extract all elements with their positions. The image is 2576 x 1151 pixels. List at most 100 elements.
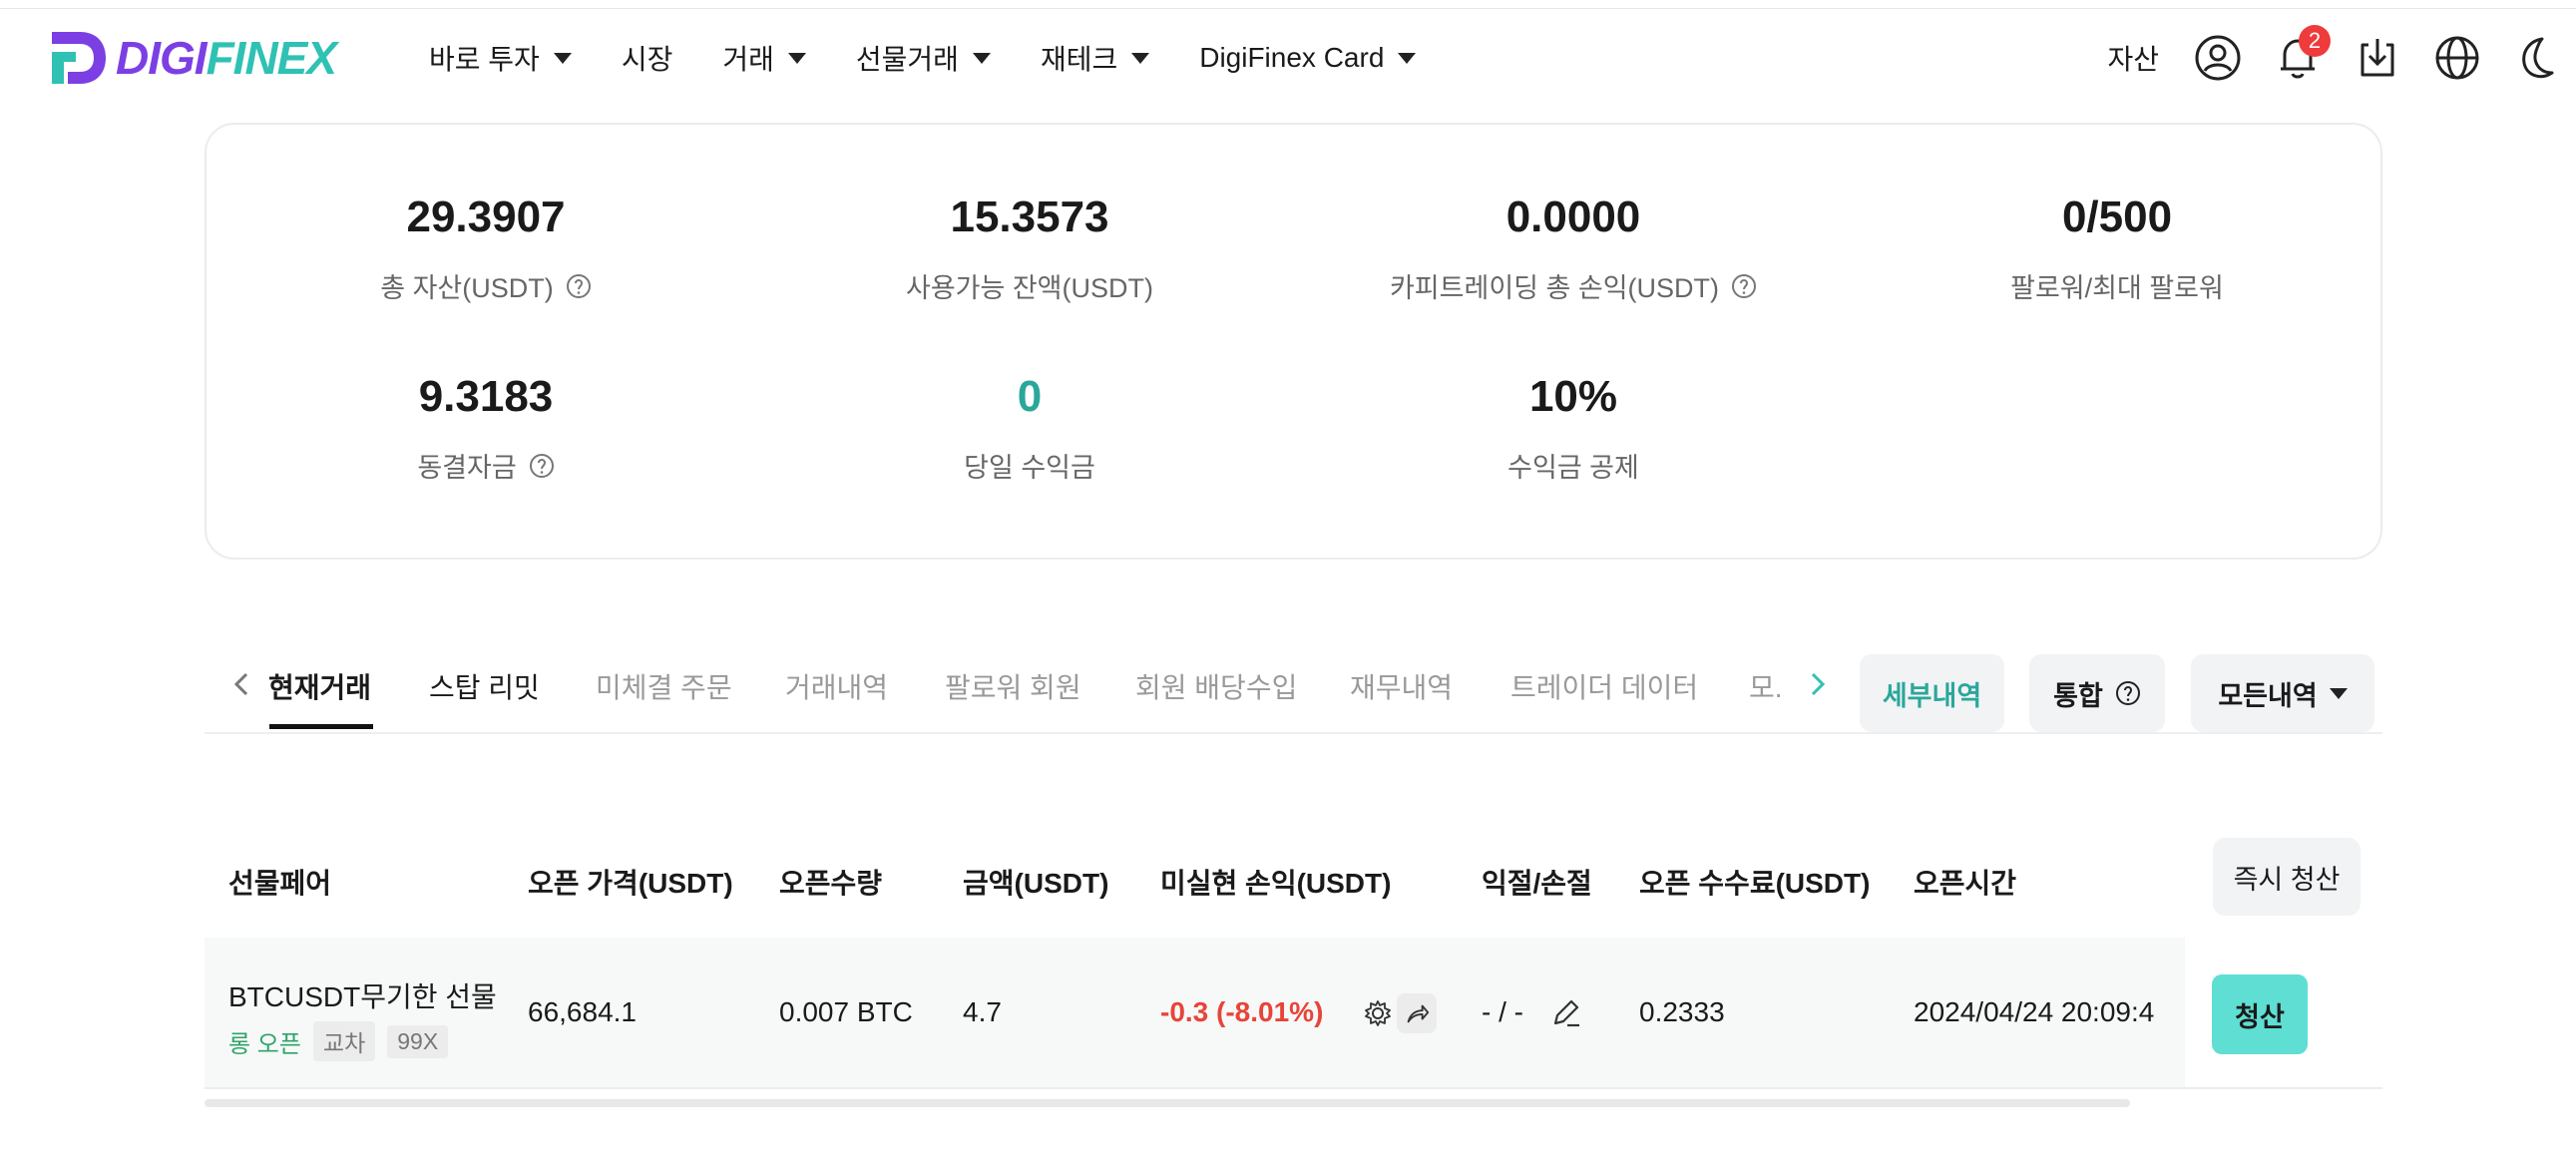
tab-current-trades[interactable]: 현재거래 bbox=[268, 666, 371, 706]
all-history-dropdown[interactable]: 모든내역 bbox=[2191, 654, 2374, 732]
open-time: 2024/04/24 20:09:4 bbox=[1914, 996, 2155, 1027]
stat-profit-share: 10% 수익금 공제 bbox=[1294, 372, 1853, 485]
positions-table-header: 선물페어 오픈 가격(USDT) 오픈수량 금액(USDT) 미실현 손익(US… bbox=[205, 838, 2382, 940]
col-open-price: 오픈 가격(USDT) bbox=[528, 868, 733, 899]
chevron-right-icon[interactable] bbox=[1797, 664, 1837, 704]
notification-badge: 2 bbox=[2299, 25, 2331, 57]
tab-open-orders[interactable]: 미체결 주문 bbox=[596, 666, 732, 706]
stat-value: 0 bbox=[1017, 372, 1043, 421]
tab-trader-data[interactable]: 트레이더 데이터 bbox=[1510, 666, 1698, 706]
chevron-down-icon bbox=[1398, 52, 1417, 64]
col-amount: 금액(USDT) bbox=[963, 868, 1109, 899]
stat-label: 수익금 공제 bbox=[1507, 453, 1639, 483]
globe-icon[interactable] bbox=[2432, 33, 2482, 83]
nav-label: 시장 bbox=[621, 44, 673, 75]
leverage-tag: 99X bbox=[387, 1024, 449, 1058]
nav-card[interactable]: DigiFinex Card bbox=[1199, 42, 1417, 74]
help-icon[interactable] bbox=[1731, 273, 1757, 299]
stat-label: 카피트레이딩 총 손익(USDT) bbox=[1389, 273, 1720, 303]
chevron-down-icon bbox=[787, 52, 806, 64]
nav-label: 바로 투자 bbox=[429, 44, 540, 75]
col-open-fee: 오픈 수수료(USDT) bbox=[1639, 868, 1871, 899]
chevron-down-icon bbox=[972, 52, 991, 64]
position-tags: 롱 오픈 교차 99X bbox=[228, 1021, 449, 1061]
pair-name[interactable]: BTCUSDT무기한 선물 bbox=[228, 975, 497, 1015]
nav-futures[interactable]: 선물거래 bbox=[856, 38, 991, 78]
stat-value: 15.3573 bbox=[950, 192, 1109, 241]
header-tools: 자산 2 bbox=[2107, 25, 2576, 90]
close-all-button[interactable]: 즉시 청산 bbox=[2213, 838, 2361, 916]
stat-value: 29.3907 bbox=[406, 192, 566, 241]
top-divider bbox=[0, 8, 2576, 9]
open-fee: 0.2333 bbox=[1639, 996, 1725, 1027]
share-icon[interactable] bbox=[1397, 993, 1437, 1033]
stat-label: 팔로워/최대 팔로워 bbox=[2010, 273, 2224, 303]
tp-sl-value: - / - bbox=[1482, 996, 1523, 1027]
stat-value: 0/500 bbox=[2061, 192, 2173, 241]
active-tab-indicator bbox=[269, 724, 373, 729]
help-icon bbox=[2115, 681, 2140, 705]
horizontal-scrollbar[interactable] bbox=[205, 1099, 2130, 1107]
tab-stop-limit[interactable]: 스탑 리밋 bbox=[429, 666, 540, 706]
stat-frozen-funds: 9.3183 동결자금 bbox=[207, 372, 765, 485]
stat-value: 9.3183 bbox=[418, 372, 554, 421]
amount: 4.7 bbox=[963, 996, 1002, 1027]
col-quantity: 오픈수량 bbox=[779, 868, 883, 899]
edit-icon[interactable] bbox=[1549, 995, 1583, 1029]
nav-label: 재테크 bbox=[1040, 44, 1118, 75]
stat-label: 사용가능 잔액(USDT) bbox=[905, 273, 1154, 303]
tab-member-dividends[interactable]: 회원 배당수입 bbox=[1135, 666, 1297, 706]
detail-button[interactable]: 세부내역 bbox=[1860, 654, 2004, 732]
col-tp-sl: 익절/손절 bbox=[1482, 868, 1592, 899]
chevron-down-icon bbox=[553, 52, 572, 64]
stat-copy-pnl: 0.0000 카피트레이딩 총 손익(USDT) bbox=[1294, 192, 1853, 305]
assets-link[interactable]: 자산 bbox=[2107, 38, 2159, 78]
col-open-time: 오픈시간 bbox=[1914, 868, 2017, 899]
tab-trade-history[interactable]: 거래내역 bbox=[785, 666, 888, 706]
nav-earn[interactable]: 재테크 bbox=[1040, 38, 1150, 78]
tab-more[interactable]: 모. bbox=[1749, 666, 1783, 706]
col-unrealized-pnl: 미실현 손익(USDT) bbox=[1160, 868, 1392, 899]
stat-value: 10% bbox=[1528, 372, 1618, 421]
nav-direct-invest[interactable]: 바로 투자 bbox=[429, 38, 572, 78]
stat-followers: 0/500 팔로워/최대 팔로워 bbox=[1838, 192, 2396, 305]
bell-icon[interactable]: 2 bbox=[2273, 25, 2331, 83]
side-tag: 롱 오픈 bbox=[228, 1030, 301, 1058]
tab-followers[interactable]: 팔로워 회원 bbox=[945, 666, 1081, 706]
unrealized-pnl: -0.3 (-8.01%) bbox=[1160, 996, 1324, 1027]
main-nav: 바로 투자 시장 거래 선물거래 재테크 DigiFinex Card bbox=[429, 28, 1417, 88]
logo-mark-icon bbox=[52, 32, 106, 84]
logo-text: DIGIFINEX bbox=[116, 32, 337, 84]
settings-icon[interactable] bbox=[1363, 998, 1393, 1028]
nav-trade[interactable]: 거래 bbox=[722, 38, 806, 78]
open-quantity: 0.007 BTC bbox=[779, 996, 913, 1027]
stat-label: 총 자산(USDT) bbox=[380, 273, 554, 303]
nav-label: 거래 bbox=[722, 44, 774, 75]
stat-total-assets: 29.3907 총 자산(USDT) bbox=[207, 192, 765, 305]
stat-available-balance: 15.3573 사용가능 잔액(USDT) bbox=[750, 192, 1309, 305]
user-icon[interactable] bbox=[2193, 33, 2243, 83]
table-row: BTCUSDT무기한 선물 롱 오픈 교차 99X 66,684.1 0.007… bbox=[205, 938, 2382, 1089]
chevron-down-icon bbox=[2329, 687, 2348, 699]
download-icon[interactable] bbox=[2353, 33, 2402, 83]
nav-market[interactable]: 시장 bbox=[622, 38, 673, 78]
margin-mode-tag: 교차 bbox=[312, 1021, 376, 1061]
stat-value: 0.0000 bbox=[1505, 192, 1641, 241]
help-icon[interactable] bbox=[566, 273, 592, 299]
stat-label: 당일 수익금 bbox=[964, 453, 1095, 483]
digifinex-logo[interactable]: DIGIFINEX bbox=[46, 26, 337, 90]
stats-card: 29.3907 총 자산(USDT) 15.3573 사용가능 잔액(USDT)… bbox=[205, 123, 2382, 560]
moon-icon[interactable] bbox=[2512, 33, 2562, 83]
col-pair: 선물페어 bbox=[228, 868, 332, 899]
merge-label: 통합 bbox=[2053, 680, 2103, 711]
tab-finance-history[interactable]: 재무내역 bbox=[1350, 666, 1453, 706]
help-icon[interactable] bbox=[529, 453, 555, 479]
stat-today-profit: 0 당일 수익금 bbox=[750, 372, 1309, 485]
merge-button[interactable]: 통합 bbox=[2029, 654, 2165, 732]
chevron-down-icon bbox=[1131, 52, 1150, 64]
close-position-button[interactable]: 청산 bbox=[2212, 974, 2308, 1054]
chevron-left-icon[interactable] bbox=[222, 664, 262, 704]
all-history-label: 모든내역 bbox=[2218, 680, 2318, 711]
open-price: 66,684.1 bbox=[528, 996, 637, 1027]
nav-label: 선물거래 bbox=[855, 44, 959, 75]
